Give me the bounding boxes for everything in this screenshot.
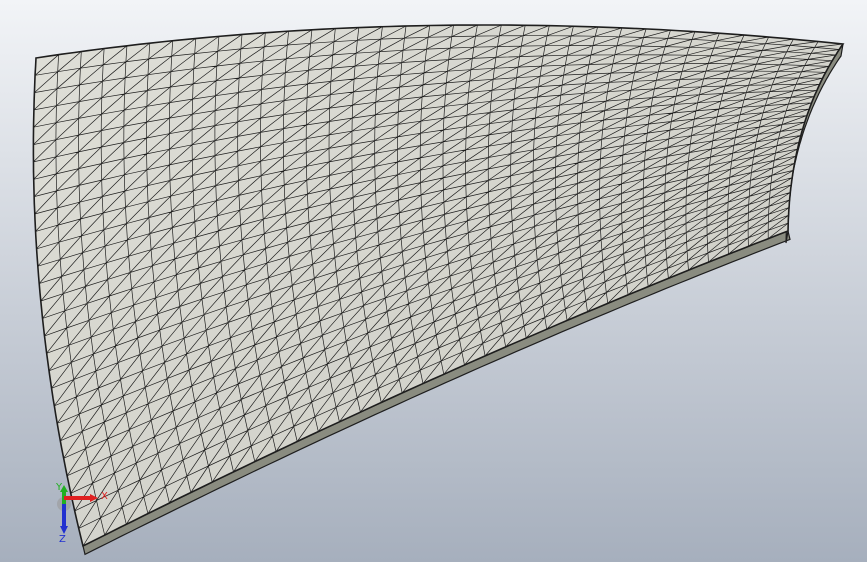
model-view[interactable]	[0, 0, 867, 562]
z-axis-head	[60, 526, 68, 534]
x-axis-label: X	[101, 491, 108, 502]
z-axis-label: Z	[59, 534, 66, 545]
axis-triad: X Y Z	[55, 482, 108, 545]
y-axis-label: Y	[55, 482, 63, 493]
x-axis-head	[90, 494, 98, 502]
graphics-viewport[interactable]: X Y Z	[0, 0, 867, 562]
